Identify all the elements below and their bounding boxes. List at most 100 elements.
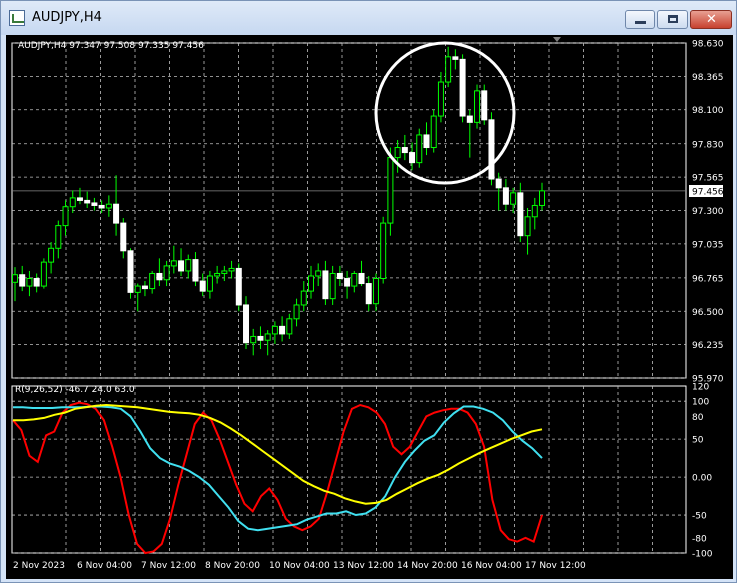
time-tick-label: 2 Nov 2023 bbox=[13, 561, 65, 571]
time-tick-label: 13 Nov 12:00 bbox=[333, 561, 394, 571]
candle-body-bear bbox=[488, 119, 495, 180]
candle-body-bull bbox=[445, 56, 452, 83]
candle-body-bull bbox=[228, 267, 235, 272]
indicator-tick-label: 0.00 bbox=[692, 474, 712, 484]
candle-body-bear bbox=[466, 115, 473, 123]
candle-body-bull bbox=[149, 272, 156, 290]
candle-body-bull bbox=[351, 272, 358, 287]
candle-body-bear bbox=[279, 325, 286, 335]
candle-body-bear bbox=[365, 283, 372, 305]
candle-body-bear bbox=[358, 272, 365, 285]
time-tick-label: 17 Nov 12:00 bbox=[525, 561, 586, 571]
candle-body-bull bbox=[510, 192, 517, 205]
current-price-tag: 97.456 bbox=[689, 185, 724, 198]
price-tick-label: 98.630 bbox=[692, 40, 724, 50]
candle-body-bear bbox=[127, 250, 134, 293]
chart-canvas[interactable]: 98.630 98.365 98.100 97.830 97.565 97.300 97.0… bbox=[6, 35, 733, 579]
minimize-button[interactable] bbox=[625, 10, 655, 29]
candle-body-bull bbox=[48, 247, 55, 263]
candle-body-bear bbox=[91, 202, 98, 206]
candle-body-bear bbox=[192, 259, 199, 282]
candle-body-bull bbox=[250, 335, 257, 344]
candle-body-bear bbox=[257, 335, 264, 341]
candle-body-bull bbox=[531, 204, 538, 218]
minimize-icon bbox=[635, 21, 646, 24]
candle-body-bull bbox=[524, 216, 531, 237]
candle-body-bull bbox=[170, 260, 177, 267]
time-tick-label: 7 Nov 12:00 bbox=[141, 561, 196, 571]
current-price-label: 97.456 bbox=[692, 188, 724, 198]
candle-body-bear bbox=[495, 178, 502, 189]
indicator-tick-label: -100 bbox=[692, 550, 713, 560]
chart-window: AUDJPY,H4 ✕ 98.630 98.365 98.100 97.830 97.5… bbox=[0, 0, 737, 583]
indicator-line-yellow bbox=[13, 403, 543, 505]
indicator-tick-label: 50 bbox=[692, 436, 704, 446]
candle-body-bull bbox=[437, 81, 444, 117]
candle-body-bear bbox=[199, 280, 206, 292]
candle-body-bull bbox=[372, 278, 379, 305]
candle-body-bear bbox=[33, 278, 40, 287]
candle-body-bull bbox=[26, 278, 33, 287]
candle-body-bull bbox=[315, 270, 322, 277]
candle-body-bull bbox=[105, 203, 112, 209]
indicator-tick-label: 80 bbox=[692, 413, 704, 423]
candle-body-bull bbox=[214, 272, 221, 277]
indicator-tick-label: 100 bbox=[692, 398, 709, 408]
candle-body-bull bbox=[430, 115, 437, 149]
candle-body-bull bbox=[163, 265, 170, 281]
candle-body-bull bbox=[416, 134, 423, 164]
candle-body-bull bbox=[221, 270, 228, 274]
candle-body-bear bbox=[409, 152, 416, 164]
indicator-line-red bbox=[12, 401, 543, 555]
candle-body-bear bbox=[141, 285, 148, 290]
price-tick-label: 97.300 bbox=[692, 207, 724, 217]
candle-body-bull bbox=[380, 222, 387, 280]
candle-body-bull bbox=[40, 261, 47, 287]
candle-body-bull bbox=[286, 318, 293, 335]
candle-body-bear bbox=[481, 90, 488, 121]
price-tick-label: 98.100 bbox=[692, 106, 724, 116]
candle-body-bull bbox=[12, 274, 18, 283]
indicator-panel-frame bbox=[11, 385, 687, 554]
chart-area[interactable]: 98.630 98.365 98.100 97.830 97.565 97.300 97.0… bbox=[6, 35, 733, 579]
candle-body-bull bbox=[264, 333, 271, 341]
price-tick-label: 98.365 bbox=[692, 73, 724, 83]
candle-body-bull bbox=[539, 190, 545, 206]
candle-body-bull bbox=[185, 259, 192, 272]
candle-body-bear bbox=[452, 56, 459, 60]
indicator-tick-label: -50 bbox=[692, 512, 707, 522]
candle-body-bear bbox=[344, 278, 351, 287]
candle-body-bear bbox=[243, 304, 250, 344]
time-tick-label: 6 Nov 04:00 bbox=[77, 561, 132, 571]
candle-body-bull bbox=[134, 285, 141, 293]
shift-marker bbox=[553, 37, 561, 42]
candle-body-bear bbox=[19, 274, 26, 287]
candle-body-bear bbox=[459, 58, 466, 117]
maximize-button[interactable] bbox=[657, 10, 688, 29]
candle-body-bull bbox=[69, 197, 76, 208]
candle-body-bear bbox=[98, 204, 105, 209]
time-tick-label: 10 Nov 04:00 bbox=[269, 561, 330, 571]
time-tick-label: 8 Nov 20:00 bbox=[205, 561, 260, 571]
candle-body-bear bbox=[120, 222, 127, 252]
candle-body-bull bbox=[387, 157, 394, 224]
price-tick-label: 97.830 bbox=[692, 140, 724, 150]
candle-body-bull bbox=[329, 272, 336, 300]
candle-body-bear bbox=[423, 134, 430, 149]
candle-body-bull bbox=[206, 275, 213, 292]
price-tick-label: 97.565 bbox=[692, 174, 724, 184]
title-bar[interactable]: AUDJPY,H4 ✕ bbox=[1, 1, 736, 35]
candle-body-bull bbox=[271, 325, 278, 335]
close-button[interactable]: ✕ bbox=[690, 10, 732, 29]
candle-body-bear bbox=[178, 260, 185, 272]
candle-body-bull bbox=[474, 90, 481, 123]
candle-body-bull bbox=[55, 225, 62, 249]
candle-body-bull bbox=[300, 290, 307, 306]
price-tick-label: 96.235 bbox=[692, 341, 724, 351]
candle-body-bear bbox=[517, 192, 524, 237]
candle-body-bear bbox=[76, 197, 83, 201]
candle-body-bull bbox=[293, 304, 300, 320]
chart-app-icon bbox=[9, 10, 25, 26]
window-title: AUDJPY,H4 bbox=[32, 10, 102, 25]
candle-body-bear bbox=[401, 147, 408, 154]
